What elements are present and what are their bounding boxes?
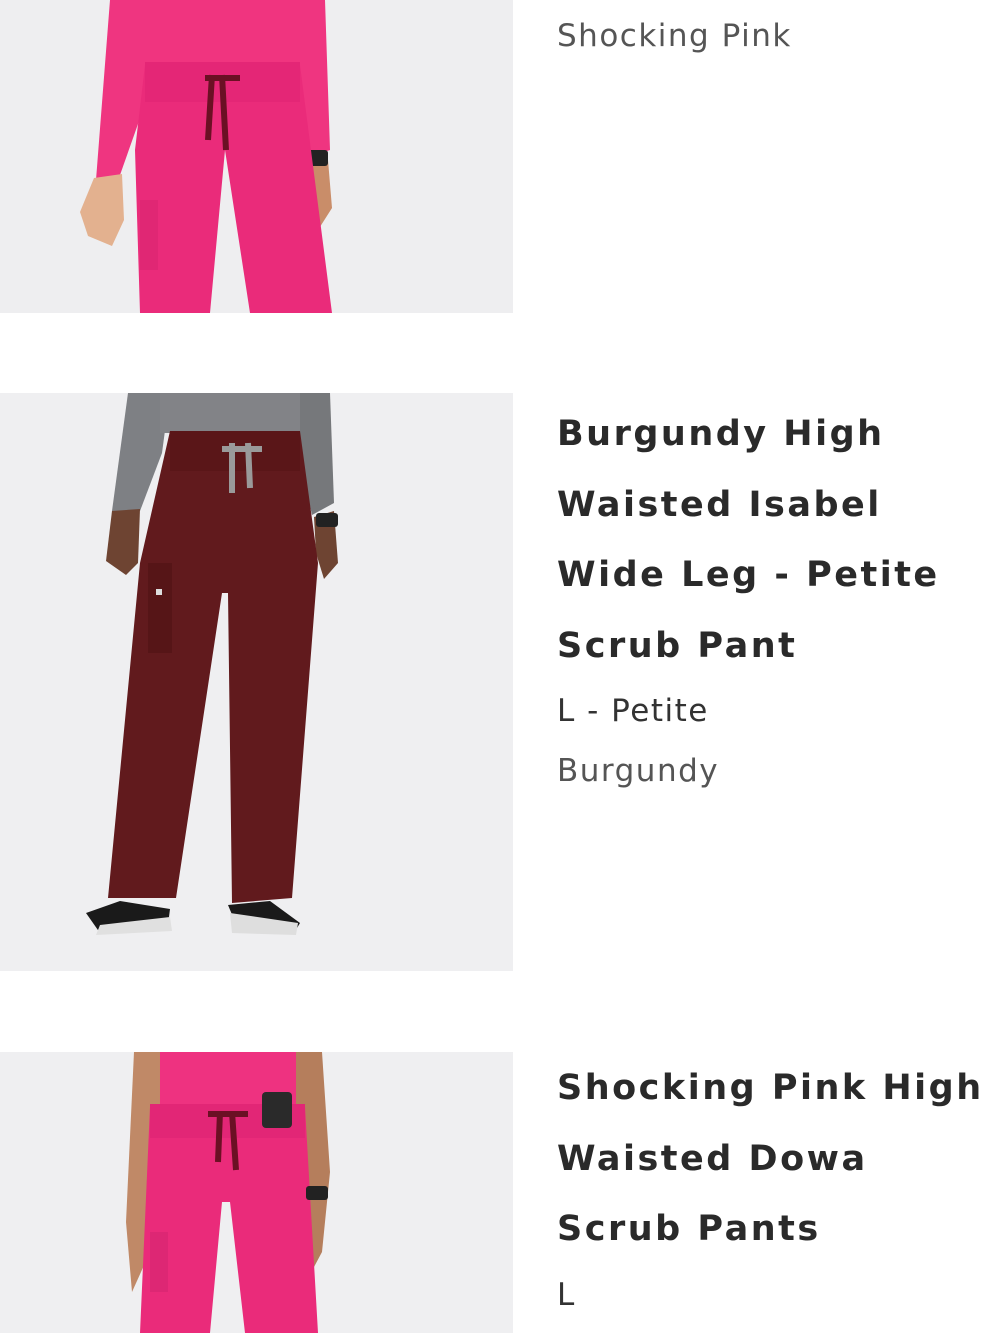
item-size: L <box>557 1276 576 1313</box>
pants-photo-3 <box>0 1052 513 1333</box>
item-title[interactable]: Shocking Pink High Waisted Dowa Scrub Pa… <box>557 1053 987 1265</box>
cart-item-2[interactable]: Burgundy High Waisted Isabel Wide Leg - … <box>0 393 1000 971</box>
product-image-shocking-pink-dowa-pants[interactable] <box>0 1052 513 1333</box>
cart-item-1[interactable]: Shocking Pink <box>0 0 1000 313</box>
item-color: Burgundy <box>557 753 720 789</box>
pants-photo-1 <box>0 0 513 313</box>
item-color: Shocking Pink <box>557 18 792 54</box>
product-image-shocking-pink-pants[interactable] <box>0 0 513 313</box>
cart-item-3[interactable]: Shocking Pink High Waisted Dowa Scrub Pa… <box>0 1052 1000 1333</box>
pants-photo-2 <box>0 393 513 971</box>
product-image-burgundy-pants[interactable] <box>0 393 513 971</box>
item-title[interactable]: Burgundy High Waisted Isabel Wide Leg - … <box>557 399 987 681</box>
item-size: L - Petite <box>557 693 709 729</box>
